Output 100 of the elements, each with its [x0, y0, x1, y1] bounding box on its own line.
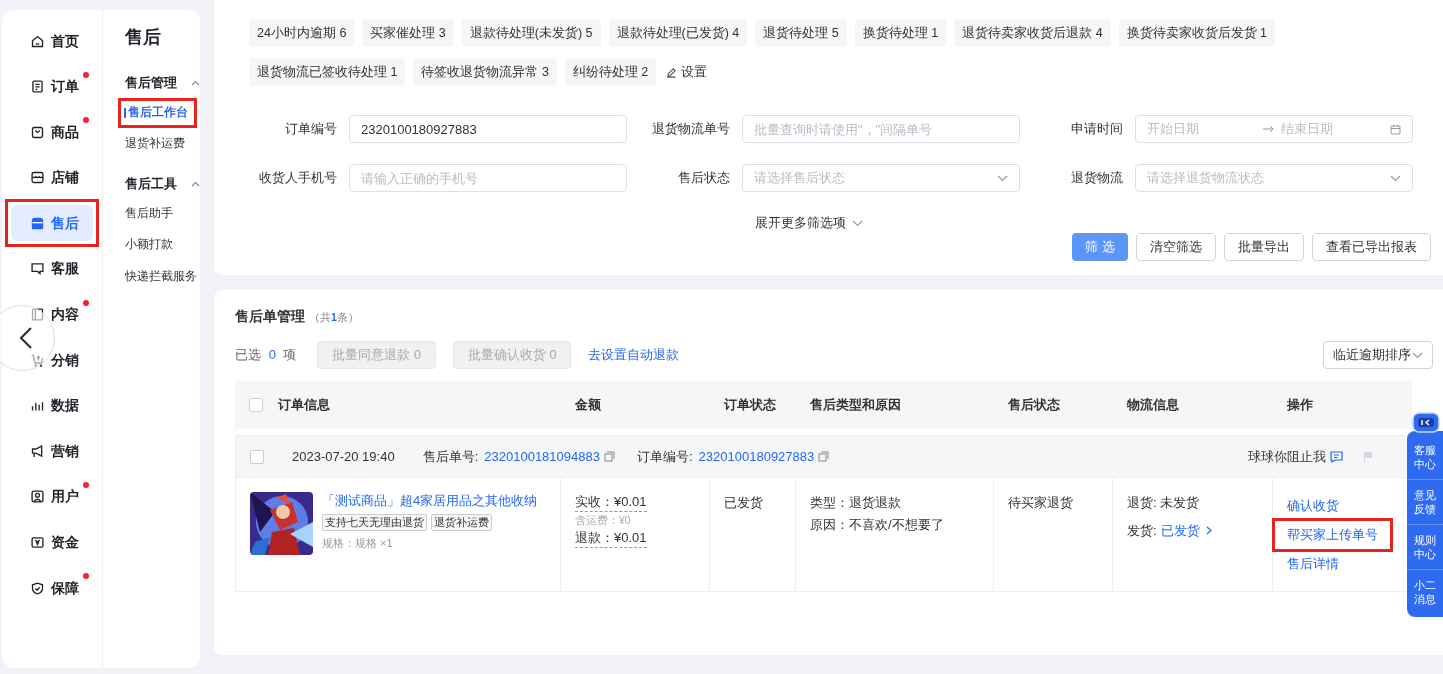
quick-filter-chip[interactable]: 换货待卖家收货后发货 1 [1118, 19, 1276, 47]
shipping-fee: 含运费：¥0 [575, 513, 631, 528]
quick-filter-chip[interactable]: 24小时内逾期 6 [249, 19, 355, 47]
field-label: 发货: [1127, 521, 1157, 540]
sort-select[interactable]: 临近逾期排序 [1323, 341, 1433, 369]
field-label: 申请时间 [1070, 120, 1123, 139]
refund-amount: 退款：¥0.01 [575, 528, 647, 548]
submenu-item[interactable]: 快递拦截服务 [125, 266, 197, 287]
bag-icon [30, 124, 45, 140]
sidebar-item[interactable]: 内容 [11, 296, 93, 333]
field-label: 订单编号 [284, 120, 337, 139]
help-panel-item[interactable]: 小二消息 [1407, 569, 1443, 614]
field-label: 退货物流 [1070, 169, 1123, 188]
chevron-up-icon[interactable] [191, 180, 200, 187]
toolbar-button[interactable]: 查看已导出报表 [1312, 233, 1431, 261]
input-field[interactable]: 2320100180927883 [349, 115, 627, 143]
submenu-item[interactable]: 售后工作台 [123, 102, 192, 123]
column-header: 售后状态 [1008, 396, 1060, 415]
megaphone-icon [30, 443, 45, 459]
quick-filter-chip[interactable]: 退款待处理(已发货) 4 [608, 19, 748, 47]
quick-filter-chip[interactable]: 退货物流已签收待处理 1 [249, 58, 406, 86]
shield-icon [30, 580, 45, 596]
submenu-group-title: 售后管理 [125, 74, 177, 92]
aftersale-status: 待买家退货 [1008, 495, 1073, 510]
settings-link[interactable]: 设置 [666, 62, 708, 82]
auto-refund-link[interactable]: 去设置自动退款 [588, 345, 680, 365]
product-tag: 退货补运费 [431, 514, 492, 531]
sidebar-item[interactable]: 订单 [11, 68, 93, 105]
aftersale-reason: 原因：不喜欢/不想要了 [810, 515, 944, 534]
copy-icon[interactable] [818, 451, 830, 462]
input-field[interactable]: 请输入正确的手机号 [349, 164, 627, 192]
sidebar-item[interactable]: 资金 [11, 524, 93, 561]
product-title-link[interactable]: 「测试商品」超4家居用品之其他收纳 [322, 492, 538, 510]
sidebar-item[interactable]: 营销 [11, 433, 93, 470]
action-link[interactable]: 售后详情 [1287, 554, 1339, 573]
book-icon [30, 307, 45, 323]
input-field[interactable]: 批量查询时请使用"，"间隔单号 [742, 115, 1020, 143]
quick-filter-chip[interactable]: 退货待处理 5 [755, 19, 847, 47]
help-panel-item[interactable]: 规则中心 [1407, 524, 1443, 569]
chevron-down-icon [1390, 174, 1401, 182]
sidebar-item[interactable]: 店铺 [11, 159, 93, 196]
return-logistics-status: 退货: 未发货 [1127, 494, 1200, 512]
action-link[interactable]: 帮买家上传单号 [1287, 527, 1378, 542]
chevron-down-icon [1412, 351, 1423, 359]
action-link[interactable]: 确认收货 [1287, 497, 1339, 515]
document-icon [30, 79, 45, 95]
submenu-group-title: 售后工具 [125, 175, 177, 193]
calendar-icon [1390, 123, 1401, 135]
field-label: 收货人手机号 [258, 169, 337, 188]
field-label: 售后状态 [677, 169, 730, 188]
column-header: 订单信息 [278, 396, 330, 415]
help-panel-item[interactable]: 客服中心 [1407, 434, 1443, 479]
chevron-down-icon [852, 219, 863, 227]
quick-filter-chip[interactable]: 待签收退货物流异常 3 [413, 58, 557, 86]
sidebar-item[interactable]: 用户 [11, 478, 93, 515]
store-icon [30, 170, 45, 186]
column-header: 操作 [1287, 396, 1313, 415]
aftersale-type: 类型：退货退款 [810, 494, 901, 512]
checkbox[interactable] [249, 398, 263, 412]
shipping-status-link[interactable]: 已发货 [1160, 520, 1212, 540]
robot-icon[interactable] [1412, 412, 1440, 433]
sidebar-item[interactable]: 分销 [11, 342, 93, 379]
submenu-title: 售后 [125, 26, 162, 49]
column-header: 物流信息 [1127, 396, 1179, 415]
toolbar-button[interactable]: 批量导出 [1224, 233, 1304, 261]
home-icon [30, 33, 45, 49]
sidebar-item[interactable]: 数据 [11, 387, 93, 424]
help-panel-item[interactable]: 意见反馈 [1407, 479, 1443, 524]
expand-filters-link[interactable]: 展开更多筛选项 [755, 214, 863, 233]
sidebar-item[interactable]: 保障 [11, 570, 93, 607]
quick-filter-chip[interactable]: 换货待处理 1 [854, 19, 947, 47]
chat-icon [30, 261, 45, 277]
chevron-left-icon [19, 326, 33, 350]
sidebar-item[interactable]: 商品 [11, 114, 93, 151]
quick-filter-chip[interactable]: 退款待处理(未发货) 5 [461, 19, 601, 47]
submenu-item[interactable]: 退货补运费 [125, 134, 185, 154]
quick-filter-chip[interactable]: 买家催处理 3 [362, 19, 454, 47]
submenu-item[interactable]: 小额打款 [125, 235, 173, 255]
submenu-item[interactable]: 售后助手 [125, 203, 173, 224]
user-card-icon [30, 489, 45, 505]
pencil-icon [666, 66, 678, 78]
buyer-name: 球球你阻止我 [1248, 447, 1326, 466]
sidebar-item[interactable]: 首页 [11, 23, 93, 59]
sidebar-item[interactable]: 售后 [11, 205, 93, 242]
chevron-up-icon[interactable] [191, 79, 200, 86]
order-number-link[interactable]: 2320100180927883 [698, 446, 815, 467]
order-date: 2023-07-20 19:40 [292, 447, 395, 466]
checkbox[interactable] [250, 449, 264, 464]
chat-icon[interactable] [1330, 450, 1343, 463]
product-spec: 规格：规格 ×1 [322, 536, 394, 551]
field-label: 售后单号: [422, 447, 479, 466]
column-header: 订单状态 [724, 396, 776, 415]
sidebar-item[interactable]: 客服 [11, 250, 93, 287]
arrow-right-icon [1262, 125, 1274, 133]
field-label: 退货物流单号 [651, 120, 730, 139]
quick-filter-chip[interactable]: 退货待卖家收货后退款 4 [954, 19, 1111, 47]
quick-filter-chip[interactable]: 纠纷待处理 2 [564, 58, 657, 86]
aftersale-number-link[interactable]: 2320100181094883 [484, 446, 600, 467]
copy-icon[interactable] [603, 451, 615, 462]
toolbar-button[interactable]: 清空筛选 [1136, 233, 1216, 261]
